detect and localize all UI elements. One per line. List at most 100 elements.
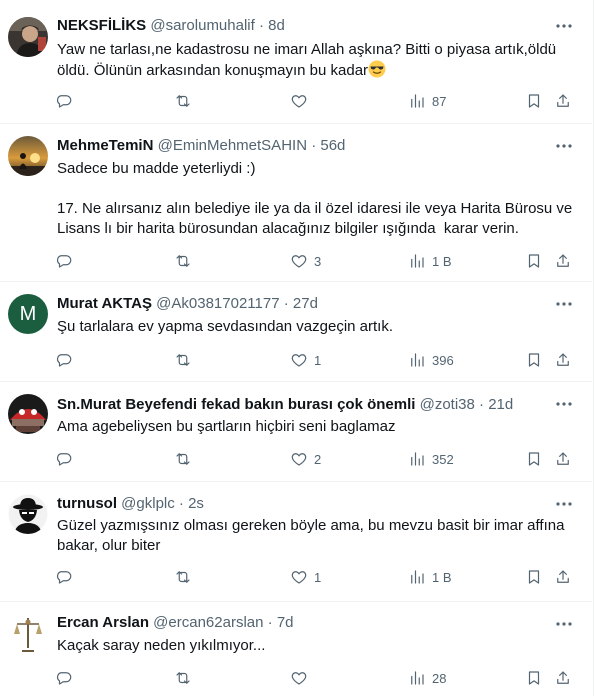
like-button[interactable] xyxy=(290,668,314,688)
retweet-button[interactable] xyxy=(174,91,198,111)
avatar[interactable] xyxy=(8,394,48,434)
reply-button[interactable] xyxy=(55,567,79,587)
retweet-button[interactable] xyxy=(174,350,198,370)
share-button[interactable] xyxy=(554,350,572,370)
bookmark-button[interactable] xyxy=(525,91,543,111)
reply-button[interactable] xyxy=(55,449,79,469)
more-icon[interactable] xyxy=(554,294,574,314)
retweet-button[interactable] xyxy=(174,567,198,587)
share-button[interactable] xyxy=(554,668,572,688)
reply-button[interactable] xyxy=(55,668,79,688)
share-button[interactable] xyxy=(554,91,572,111)
more-icon[interactable] xyxy=(554,394,574,414)
avatar[interactable]: M xyxy=(8,294,48,334)
reply-button[interactable] xyxy=(55,350,79,370)
tweet[interactable]: Sn.Murat Beyefendi fekad bakın burası ço… xyxy=(0,382,592,482)
avatar[interactable] xyxy=(8,494,48,534)
bookmark-icon xyxy=(528,671,540,685)
separator-dot: · xyxy=(479,396,485,413)
views-count: 1 B xyxy=(432,253,452,269)
more-icon[interactable] xyxy=(554,614,574,634)
views-icon xyxy=(411,671,424,685)
reply-button[interactable] xyxy=(55,91,79,111)
views-count: 396 xyxy=(432,352,454,368)
tweet[interactable]: turnusol @gklplc · 2s Güzel yazmışsınız … xyxy=(0,482,592,602)
views-button[interactable]: 396 xyxy=(408,350,454,370)
views-button[interactable]: 1 B xyxy=(408,251,452,271)
tweet-actions: 3 1 B xyxy=(55,251,578,271)
tweet[interactable]: M Murat AKTAŞ @Ak03817021177 · 27d Şu ta… xyxy=(0,282,592,382)
timestamp[interactable]: 2s xyxy=(188,495,204,512)
views-count: 1 B xyxy=(432,569,452,585)
like-button[interactable]: 3 xyxy=(290,251,321,271)
tweet[interactable]: MehmeTemiN @EminMehmetSAHIN · 56d Sadece… xyxy=(0,124,592,282)
user-handle[interactable]: @sarolumuhalif xyxy=(150,17,254,34)
avatar[interactable] xyxy=(8,614,48,654)
retweet-button[interactable] xyxy=(174,251,198,271)
tweet-actions: 1 396 xyxy=(55,350,578,370)
display-name[interactable]: MehmeTemiN xyxy=(57,137,153,154)
like-button[interactable] xyxy=(290,91,314,111)
bookmark-button[interactable] xyxy=(525,567,543,587)
retweet-icon xyxy=(176,672,190,684)
avatar[interactable] xyxy=(8,136,48,176)
bookmark-button[interactable] xyxy=(525,668,543,688)
like-button[interactable]: 2 xyxy=(290,449,321,469)
retweet-button[interactable] xyxy=(174,668,198,688)
views-button[interactable]: 1 B xyxy=(408,567,452,587)
separator-dot: · xyxy=(267,614,273,631)
retweet-button[interactable] xyxy=(174,449,198,469)
bookmark-icon xyxy=(528,570,540,584)
like-button[interactable]: 1 xyxy=(290,567,321,587)
share-icon xyxy=(557,570,569,583)
user-handle[interactable]: @EminMehmetSAHIN xyxy=(158,137,307,154)
avatar[interactable] xyxy=(8,17,48,57)
tweet-text: Kaçak saray neden yıkılmıyor... xyxy=(57,637,266,654)
retweet-icon xyxy=(176,453,190,465)
bookmark-button[interactable] xyxy=(525,350,543,370)
user-handle[interactable]: @gklplc xyxy=(121,495,175,512)
share-button[interactable] xyxy=(554,251,572,271)
timestamp[interactable]: 8d xyxy=(268,17,285,34)
timestamp[interactable]: 27d xyxy=(293,295,318,312)
reply-feed: NEKSFİLİKS @sarolumuhalif · 8d Yaw ne ta… xyxy=(0,0,594,696)
bookmark-button[interactable] xyxy=(525,251,543,271)
like-count: 3 xyxy=(314,253,322,269)
views-button[interactable]: 87 xyxy=(408,91,446,111)
share-button[interactable] xyxy=(554,449,572,469)
user-handle[interactable]: @zoti38 xyxy=(420,396,475,413)
timestamp[interactable]: 56d xyxy=(320,137,345,154)
views-button[interactable]: 28 xyxy=(408,668,446,688)
tweet-header: NEKSFİLİKS @sarolumuhalif · 8d xyxy=(57,17,552,35)
retweet-icon xyxy=(176,95,190,107)
more-icon[interactable] xyxy=(554,136,574,156)
views-count: 352 xyxy=(432,451,454,467)
display-name[interactable]: Ercan Arslan xyxy=(57,614,149,631)
tweet-actions: 87 xyxy=(55,91,578,111)
tweet-text: Şu tarlalara ev yapma sevdasından vazgeç… xyxy=(57,318,394,335)
more-icon[interactable] xyxy=(554,494,574,514)
views-button[interactable]: 352 xyxy=(408,449,454,469)
display-name[interactable]: NEKSFİLİKS xyxy=(57,17,146,34)
like-icon xyxy=(291,95,307,108)
reply-button[interactable] xyxy=(55,251,79,271)
share-icon xyxy=(557,94,569,107)
like-count: 1 xyxy=(314,352,322,368)
tweet[interactable]: Ercan Arslan @ercan62arslan · 7d Kaçak s… xyxy=(0,602,592,696)
user-handle[interactable]: @ercan62arslan xyxy=(153,614,263,631)
bookmark-button[interactable] xyxy=(525,449,543,469)
share-button[interactable] xyxy=(554,567,572,587)
retweet-icon xyxy=(176,255,190,267)
like-icon xyxy=(291,354,307,367)
tweet-actions: 28 xyxy=(55,668,578,688)
user-handle[interactable]: @Ak03817021177 xyxy=(156,295,279,312)
more-icon[interactable] xyxy=(554,16,574,36)
tweet[interactable]: NEKSFİLİKS @sarolumuhalif · 8d Yaw ne ta… xyxy=(0,0,592,124)
timestamp[interactable]: 7d xyxy=(277,614,294,631)
timestamp[interactable]: 21d xyxy=(488,396,513,413)
display-name[interactable]: Sn.Murat Beyefendi fekad bakın burası ço… xyxy=(57,396,415,413)
tweet-text: Yaw ne tarlası,ne kadastrosu ne imarı Al… xyxy=(57,40,576,81)
display-name[interactable]: Murat AKTAŞ xyxy=(57,295,152,312)
display-name[interactable]: turnusol xyxy=(57,495,117,512)
like-button[interactable]: 1 xyxy=(290,350,321,370)
